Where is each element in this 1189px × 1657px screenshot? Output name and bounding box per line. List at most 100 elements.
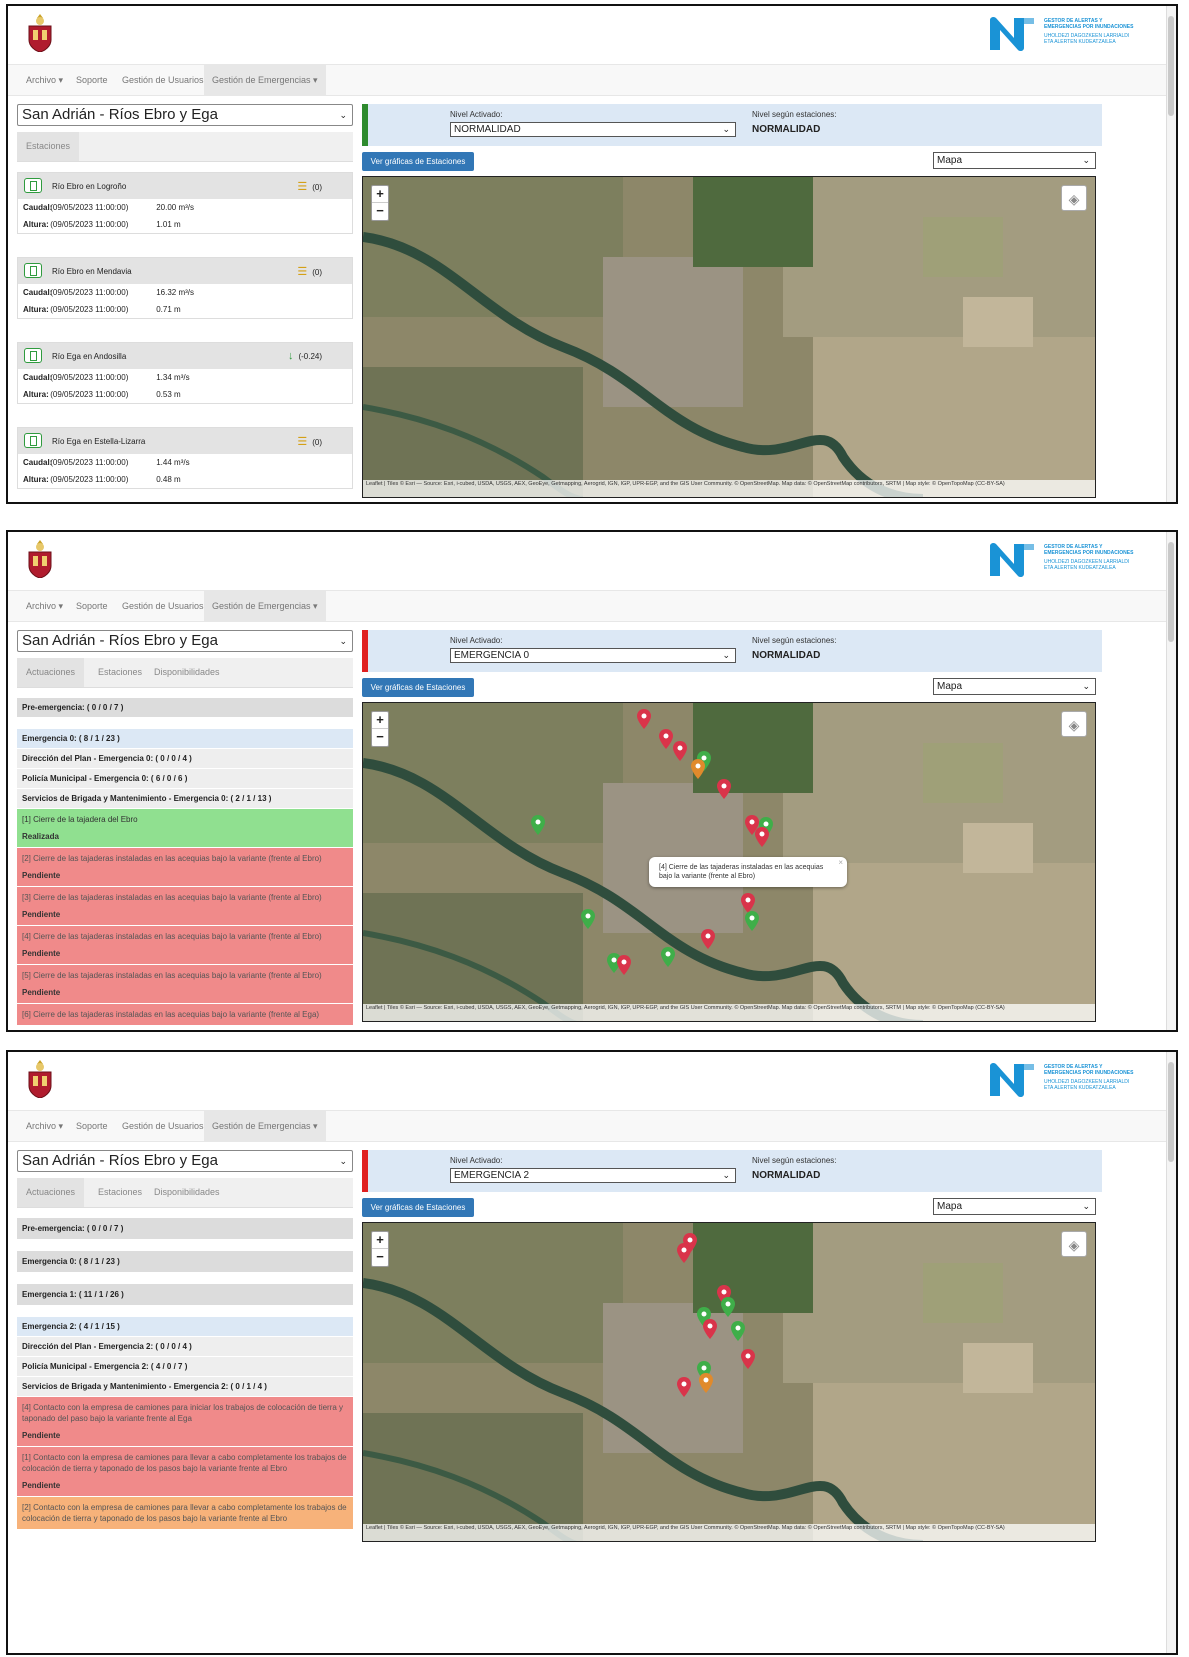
pin-red[interactable] xyxy=(659,729,673,749)
station-header[interactable]: Río Ebro en Mendavia ☰ (0) xyxy=(18,258,352,284)
pin-green[interactable] xyxy=(721,1297,735,1317)
pin-orange[interactable] xyxy=(691,759,705,779)
ver-graficas-button[interactable]: Ver gráficas de Estaciones xyxy=(362,152,474,171)
pin-green[interactable] xyxy=(531,815,545,835)
nivel-activado-select[interactable]: NORMALIDAD ⌄ xyxy=(450,122,736,137)
scrollbar[interactable] xyxy=(1166,532,1176,1030)
subgroup-direccion[interactable]: Dirección del Plan - Emergencia 0: ( 0 /… xyxy=(17,749,353,768)
group-emergencia-0[interactable]: Emergencia 0: ( 8 / 1 / 23 ) xyxy=(17,1251,353,1272)
satellite-map[interactable]: + − ◈ × [4] Cierre de las tajaderas instal… xyxy=(362,702,1096,1022)
nav-gestion-usuarios[interactable]: Gestión de Usuarios xyxy=(114,591,212,622)
action-item[interactable]: [5] Cierre de las tajaderas instaladas e… xyxy=(17,965,353,1003)
action-text: [1] Contacto con la empresa de camiones … xyxy=(22,1453,347,1473)
pin-red[interactable] xyxy=(617,955,631,975)
action-item[interactable]: [2] Contacto con la empresa de camiones … xyxy=(17,1497,353,1529)
nav-gestion-usuarios[interactable]: Gestión de Usuarios xyxy=(114,1111,212,1142)
pin-green[interactable] xyxy=(731,1321,745,1341)
satellite-map[interactable]: + − ◈ Leaflet | Tiles © Esri — Source: Es… xyxy=(362,176,1096,498)
nav-archivo[interactable]: Archivo ▾ xyxy=(18,1111,71,1142)
subgroup-direccion[interactable]: Dirección del Plan - Emergencia 2: ( 0 /… xyxy=(17,1337,353,1356)
pin-red[interactable] xyxy=(637,709,651,729)
map-mode-select[interactable]: Mapa ⌄ xyxy=(933,678,1096,695)
action-item[interactable]: [2] Cierre de las tajaderas instaladas e… xyxy=(17,848,353,886)
tab-disponibilidades[interactable]: Disponibilidades xyxy=(145,658,229,687)
zoom-out-button[interactable]: − xyxy=(372,203,388,220)
nav-soporte[interactable]: Soporte xyxy=(68,591,116,622)
station-header[interactable]: Río Ega en Andosilla ↓ (-0.24) xyxy=(18,343,352,369)
nivel-activado-select[interactable]: EMERGENCIA 0 ⌄ xyxy=(450,648,736,663)
pin-red[interactable] xyxy=(677,1243,691,1263)
tab-actuaciones[interactable]: Actuaciones xyxy=(17,1178,85,1207)
scrollbar[interactable] xyxy=(1166,6,1176,502)
ver-graficas-button[interactable]: Ver gráficas de Estaciones xyxy=(362,1198,474,1217)
tab-actuaciones[interactable]: Actuaciones xyxy=(17,658,85,687)
tab-estaciones[interactable]: Estaciones xyxy=(89,1178,151,1207)
pin-red[interactable] xyxy=(741,1349,755,1369)
group-emergencia-1[interactable]: Emergencia 1: ( 11 / 1 / 26 ) xyxy=(17,1284,353,1305)
map-mode-select[interactable]: Mapa ⌄ xyxy=(933,1198,1096,1215)
caudal-label: Caudal: xyxy=(23,458,53,467)
municipio-select[interactable]: San Adrián - Ríos Ebro y Ega ⌄ xyxy=(17,1150,353,1172)
action-item[interactable]: [6] Cierre de las tajaderas instaladas e… xyxy=(17,1004,353,1025)
pin-red[interactable] xyxy=(741,893,755,913)
scrollbar-thumb[interactable] xyxy=(1168,1062,1174,1162)
action-item[interactable]: [4] Cierre de las tajaderas instaladas e… xyxy=(17,926,353,964)
zoom-in-button[interactable]: + xyxy=(372,712,388,729)
zoom-in-button[interactable]: + xyxy=(372,1232,388,1249)
zoom-in-button[interactable]: + xyxy=(372,186,388,203)
map-mode-select[interactable]: Mapa ⌄ xyxy=(933,152,1096,169)
nav-archivo[interactable]: Archivo ▾ xyxy=(18,65,71,96)
layers-icon[interactable]: ◈ xyxy=(1061,711,1087,737)
subgroup-servicios[interactable]: Servicios de Brigada y Mantenimiento - E… xyxy=(17,789,353,808)
layers-icon[interactable]: ◈ xyxy=(1061,185,1087,211)
pin-red[interactable] xyxy=(703,1319,717,1339)
pin-red[interactable] xyxy=(701,929,715,949)
nav-soporte[interactable]: Soporte xyxy=(68,1111,116,1142)
pin-red[interactable] xyxy=(717,779,731,799)
tab-estaciones[interactable]: Estaciones xyxy=(17,132,80,161)
subgroup-servicios[interactable]: Servicios de Brigada y Mantenimiento - E… xyxy=(17,1377,353,1396)
pin-green[interactable] xyxy=(745,911,759,931)
tab-disponibilidades[interactable]: Disponibilidades xyxy=(145,1178,229,1207)
pin-red[interactable] xyxy=(755,827,769,847)
nav-archivo[interactable]: Archivo ▾ xyxy=(18,591,71,622)
municipio-select[interactable]: San Adrián - Ríos Ebro y Ega ⌄ xyxy=(17,104,353,126)
ver-graficas-button[interactable]: Ver gráficas de Estaciones xyxy=(362,678,474,697)
action-item[interactable]: [1] Cierre de la tajadera del Ebro Realiz… xyxy=(17,809,353,847)
municipio-select[interactable]: San Adrián - Ríos Ebro y Ega ⌄ xyxy=(17,630,353,652)
action-item[interactable]: [4] Contacto con la empresa de camiones … xyxy=(17,1397,353,1446)
nav-gestion-emergencias[interactable]: Gestión de Emergencias ▾ xyxy=(204,1111,326,1142)
pin-green[interactable] xyxy=(661,947,675,967)
action-text: [2] Contacto con la empresa de camiones … xyxy=(22,1503,347,1523)
station-header[interactable]: Río Ega en Estella-Lizarra ☰ (0) xyxy=(18,428,352,454)
action-item[interactable]: [3] Cierre de las tajaderas instaladas e… xyxy=(17,887,353,925)
satellite-map[interactable]: + − ◈ Leaflet | Tiles © Esri — Source: Es… xyxy=(362,1222,1096,1542)
action-item[interactable]: [1] Contacto con la empresa de camiones … xyxy=(17,1447,353,1496)
nivel-activado-select[interactable]: EMERGENCIA 2 ⌄ xyxy=(450,1168,736,1183)
station-header[interactable]: Río Ebro en Logroño ☰ (0) xyxy=(18,173,352,199)
scrollbar[interactable] xyxy=(1166,1052,1176,1653)
group-emergencia-0[interactable]: Emergencia 0: ( 8 / 1 / 23 ) xyxy=(17,729,353,748)
layers-icon[interactable]: ◈ xyxy=(1061,1231,1087,1257)
group-emergencia-2[interactable]: Emergencia 2: ( 4 / 1 / 15 ) xyxy=(17,1317,353,1336)
scrollbar-thumb[interactable] xyxy=(1168,542,1174,642)
nav-gestion-usuarios[interactable]: Gestión de Usuarios xyxy=(114,65,212,96)
altura-row: Altura: (09/05/2023 11:00:00) 0.53 m xyxy=(18,386,352,403)
nav-gestion-emergencias[interactable]: Gestión de Emergencias ▾ xyxy=(204,65,326,96)
nav-gestion-emergencias[interactable]: Gestión de Emergencias ▾ xyxy=(204,591,326,622)
nav-soporte[interactable]: Soporte xyxy=(68,65,116,96)
subgroup-policia[interactable]: Policía Municipal - Emergencia 0: ( 6 / … xyxy=(17,769,353,788)
pin-red[interactable] xyxy=(673,741,687,761)
zoom-out-button[interactable]: − xyxy=(372,1249,388,1266)
subgroup-policia[interactable]: Policía Municipal - Emergencia 2: ( 4 / … xyxy=(17,1357,353,1376)
tab-estaciones[interactable]: Estaciones xyxy=(89,658,151,687)
map-attribution: Leaflet | Tiles © Esri — Source: Esri, i… xyxy=(363,480,1095,497)
pin-orange[interactable] xyxy=(699,1373,713,1393)
group-pre-emergencia[interactable]: Pre-emergencia: ( 0 / 0 / 7 ) xyxy=(17,698,353,717)
pin-red[interactable] xyxy=(677,1377,691,1397)
scrollbar-thumb[interactable] xyxy=(1168,16,1174,116)
close-icon[interactable]: × xyxy=(838,858,843,867)
pin-green[interactable] xyxy=(581,909,595,929)
group-pre-emergencia[interactable]: Pre-emergencia: ( 0 / 0 / 7 ) xyxy=(17,1218,353,1239)
zoom-out-button[interactable]: − xyxy=(372,729,388,746)
